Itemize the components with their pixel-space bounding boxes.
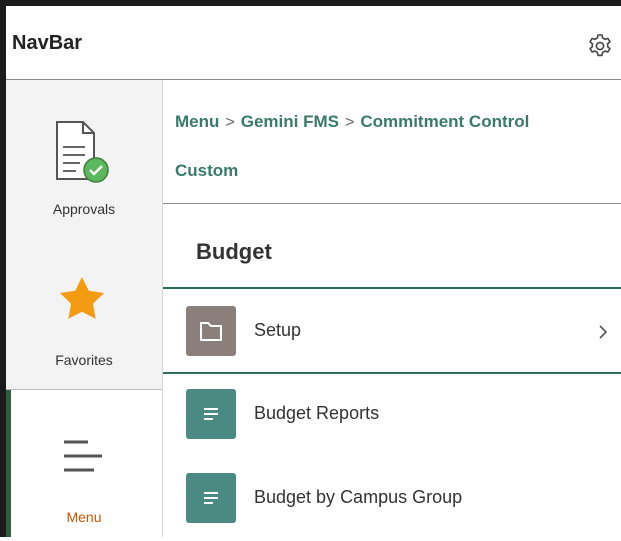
gear-icon[interactable] (587, 33, 613, 59)
nav-item-label: Approvals (52, 201, 116, 217)
navbar-header: NavBar (6, 6, 621, 80)
chevron-right-icon: > (344, 114, 355, 131)
chevron-right-icon: > (225, 114, 235, 131)
nav-item-approvals[interactable]: Approvals (6, 80, 162, 230)
folder-tile (186, 306, 236, 356)
nav-item-label: Menu (66, 509, 102, 525)
menu-lines-icon (64, 440, 102, 472)
menu-item-budget-by-campus-group[interactable]: Budget by Campus Group (163, 457, 621, 541)
chevron-right-icon (599, 325, 608, 339)
left-nav: Approvals Favorites Menu (6, 80, 163, 537)
divider (163, 287, 621, 289)
menu-item-budget-reports[interactable]: Budget Reports (163, 373, 621, 457)
document-tile (186, 389, 236, 439)
document-tile (186, 473, 236, 523)
page-title: Budget (196, 239, 272, 264)
divider (163, 203, 621, 204)
nav-item-menu[interactable]: Menu (6, 390, 162, 537)
menu-item-label: Budget by Campus Group (254, 487, 463, 507)
document-lines-icon (204, 408, 218, 420)
document-lines-icon (204, 492, 218, 504)
menu-item-label: Budget Reports (254, 403, 380, 423)
breadcrumb: Menu > Gemini FMS > Commitment Control Custo… (175, 98, 595, 195)
nav-item-label: Favorites (55, 352, 113, 368)
document-check-icon (56, 121, 109, 183)
breadcrumb-link-menu[interactable]: Menu (175, 112, 219, 131)
main-panel: Menu > Gemini FMS > Commitment Control Custo… (163, 80, 621, 537)
breadcrumb-link-gemini-fms[interactable]: Gemini FMS (241, 112, 339, 131)
menu-item-setup[interactable]: Setup (163, 290, 621, 374)
navbar-title: NavBar (12, 32, 83, 54)
nav-item-favorites[interactable]: Favorites (6, 230, 162, 390)
menu-item-label: Setup (254, 320, 302, 340)
folder-icon (200, 322, 222, 341)
star-icon (60, 277, 104, 319)
